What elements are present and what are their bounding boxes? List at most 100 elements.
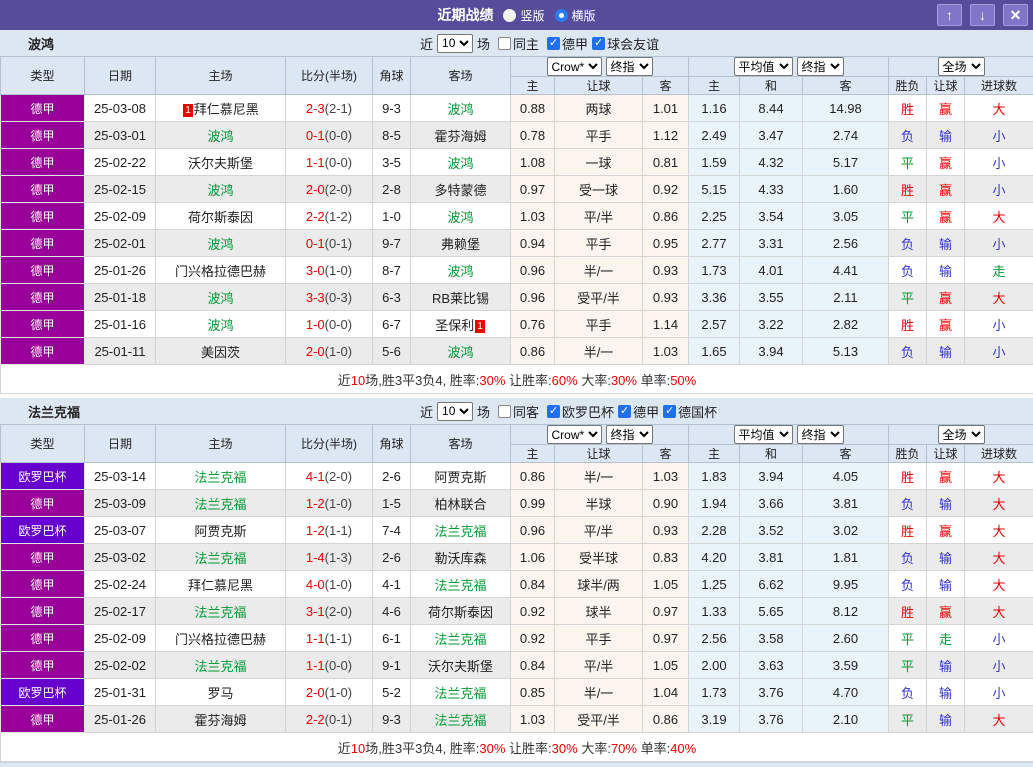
summary-segment: 场,胜3平3负4, 胜率: xyxy=(365,373,479,388)
home-team-cell: 波鸿 xyxy=(156,176,286,203)
handicap-odds-home: 0.96 xyxy=(511,517,555,544)
match-row: 德甲 25-01-11 美因茨 2-0(1-0) 5-6 波鸿 0.86 半/一… xyxy=(1,338,1033,365)
close-button[interactable]: ✕ xyxy=(1003,4,1028,26)
odds-time-select[interactable]: 终指 xyxy=(606,57,653,76)
handicap-odds-home: 0.94 xyxy=(511,230,555,257)
full-time-score: 1-1 xyxy=(306,155,325,170)
scope-select[interactable]: 全场 xyxy=(938,57,985,76)
avg-odds-draw: 3.81 xyxy=(740,544,803,571)
away-team-cell: 波鸿 xyxy=(411,203,511,230)
match-date: 25-01-26 xyxy=(85,257,156,284)
home-team-cell: 法兰克福 xyxy=(156,490,286,517)
away-team-cell: 多特蒙德 xyxy=(411,176,511,203)
avg-time-select[interactable]: 终指 xyxy=(797,425,844,444)
away-team-name: 霍芬海姆 xyxy=(434,129,486,144)
away-team-cell: 霍芬海姆 xyxy=(411,122,511,149)
corner-count: 7-4 xyxy=(373,517,411,544)
layout-radio-vertical[interactable]: 竖版 xyxy=(503,7,544,24)
avg-odds-home: 2.25 xyxy=(689,203,740,230)
home-team-cell: 波鸿 xyxy=(156,122,286,149)
handicap-odds-away: 0.95 xyxy=(643,230,689,257)
scroll-up-button[interactable]: ↑ xyxy=(937,4,962,26)
checkbox-unchecked-icon[interactable] xyxy=(498,37,511,50)
full-time-score: 3-0 xyxy=(306,263,325,278)
checkbox-checked-icon[interactable]: ✓ xyxy=(547,37,560,50)
avg-odds-home: 5.15 xyxy=(689,176,740,203)
away-team-cell: 法兰克福 xyxy=(411,571,511,598)
avg-odds-draw: 5.65 xyxy=(740,598,803,625)
away-team-cell: 法兰克福 xyxy=(411,706,511,733)
league-filter[interactable]: ✓德甲 xyxy=(547,34,588,53)
match-count-select[interactable]: 10 xyxy=(437,34,473,53)
col-away: 客场 xyxy=(411,425,511,463)
checkbox-checked-icon[interactable]: ✓ xyxy=(663,405,676,418)
corner-count: 9-1 xyxy=(373,652,411,679)
league-filter[interactable]: ✓球会友谊 xyxy=(592,34,659,53)
checkbox-unchecked-icon[interactable] xyxy=(498,405,511,418)
home-team-cell: 拜仁慕尼黑 xyxy=(156,571,286,598)
avg-time-select[interactable]: 终指 xyxy=(797,57,844,76)
half-time-score: (0-1) xyxy=(325,712,352,727)
full-time-score: 0-1 xyxy=(306,236,325,251)
red-card-badge: 1 xyxy=(183,104,193,117)
col-odds-home: 主 xyxy=(511,77,555,95)
result-win-draw-loss: 平 xyxy=(889,149,927,176)
corner-count: 4-1 xyxy=(373,571,411,598)
scope-select-cell: 全场 xyxy=(889,425,1033,445)
match-row: 德甲 25-02-17 法兰克福 3-1(2-0) 4-6 荷尔斯泰因 0.92… xyxy=(1,598,1033,625)
corner-count: 4-6 xyxy=(373,598,411,625)
result-goals: 小 xyxy=(965,679,1033,706)
full-time-score: 1-0 xyxy=(306,317,325,332)
col-odds-home: 主 xyxy=(511,445,555,463)
league-type-badge: 德甲 xyxy=(1,706,85,733)
result-goals: 小 xyxy=(965,230,1033,257)
handicap-odds-away: 1.05 xyxy=(643,571,689,598)
panel-title: 近期战绩 xyxy=(437,5,493,25)
home-team-name: 门兴格拉德巴赫 xyxy=(175,264,266,279)
layout-radio-horizontal[interactable]: 横版 xyxy=(555,7,596,24)
match-row: 德甲 25-02-22 沃尔夫斯堡 1-1(0-0) 3-5 波鸿 1.08 一… xyxy=(1,149,1033,176)
home-team-cell: 荷尔斯泰因 xyxy=(156,203,286,230)
radio-unchecked-icon[interactable] xyxy=(503,9,516,22)
same-venue-filter[interactable]: 同主 xyxy=(498,34,539,53)
score-cell: 1-0(0-0) xyxy=(286,311,373,338)
radio-checked-icon[interactable] xyxy=(555,9,568,22)
home-team-cell: 波鸿 xyxy=(156,311,286,338)
scroll-down-button[interactable]: ↓ xyxy=(970,4,995,26)
league-filter[interactable]: ✓德甲 xyxy=(618,402,659,421)
checkbox-checked-icon[interactable]: ✓ xyxy=(547,405,560,418)
summary-segment: 30% xyxy=(479,741,505,756)
away-team-name: 勒沃库森 xyxy=(434,551,486,566)
section-away-team: 法兰克福 近 10 场 同客 ✓欧罗巴杯✓德甲✓德国杯 类型 xyxy=(0,398,1033,762)
scope-select[interactable]: 全场 xyxy=(938,425,985,444)
result-handicap: 赢 xyxy=(927,203,965,230)
bookmaker-select[interactable]: Crow* xyxy=(547,425,602,444)
league-filter[interactable]: ✓欧罗巴杯 xyxy=(547,402,614,421)
same-venue-filter[interactable]: 同客 xyxy=(498,402,539,421)
result-goals: 大 xyxy=(965,203,1033,230)
handicap-line: 半球 xyxy=(555,490,643,517)
average-select[interactable]: 平均值 xyxy=(734,57,793,76)
score-cell: 3-3(0-3) xyxy=(286,284,373,311)
avg-odds-draw: 4.32 xyxy=(740,149,803,176)
odds-time-select[interactable]: 终指 xyxy=(606,425,653,444)
section-home-team: 波鸿 近 10 场 同主 ✓德甲✓球会友谊 类型 日期 xyxy=(0,30,1033,394)
league-filter[interactable]: ✓德国杯 xyxy=(663,402,717,421)
handicap-line: 半/一 xyxy=(555,257,643,284)
match-date: 25-03-09 xyxy=(85,490,156,517)
score-cell: 1-1(0-0) xyxy=(286,149,373,176)
home-team-name: 荷尔斯泰因 xyxy=(188,210,253,225)
col-odds-away: 客 xyxy=(643,445,689,463)
bookmaker-select[interactable]: Crow* xyxy=(547,57,602,76)
handicap-line: 半/一 xyxy=(555,463,643,490)
checkbox-checked-icon[interactable]: ✓ xyxy=(618,405,631,418)
average-select[interactable]: 平均值 xyxy=(734,425,793,444)
checkbox-checked-icon[interactable]: ✓ xyxy=(592,37,605,50)
handicap-odds-home: 0.97 xyxy=(511,176,555,203)
league-filter-label: 德国杯 xyxy=(678,402,717,421)
home-team-name: 法兰克福 xyxy=(194,497,246,512)
match-row: 德甲 25-02-09 门兴格拉德巴赫 1-1(1-1) 6-1 法兰克福 0.… xyxy=(1,625,1033,652)
handicap-odds-away: 1.14 xyxy=(643,311,689,338)
half-time-score: (1-0) xyxy=(325,685,352,700)
match-count-select[interactable]: 10 xyxy=(437,402,473,421)
